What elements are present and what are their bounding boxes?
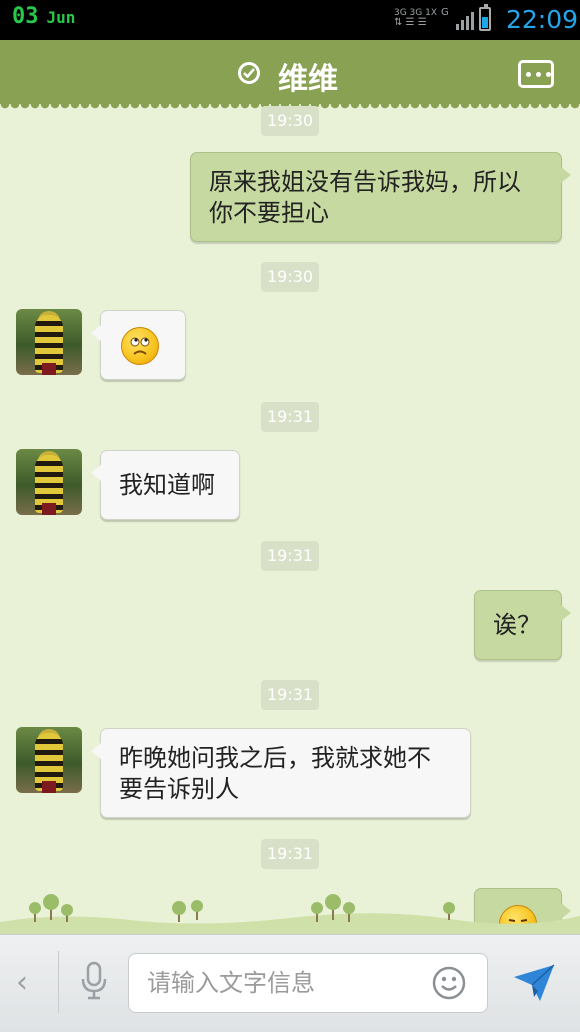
contact-name[interactable]: 维维 bbox=[278, 54, 338, 98]
network-g-label: G bbox=[441, 7, 449, 18]
rolling-eyes-emoji bbox=[121, 327, 159, 365]
timestamp: 19:30 bbox=[261, 262, 319, 292]
received-message[interactable]: 昨晚她问我之后，我就求她不要告诉别人 bbox=[91, 728, 471, 818]
smiley-icon[interactable] bbox=[432, 966, 466, 1004]
battery-icon bbox=[479, 4, 491, 31]
network-type-icon: 3G 3G 1X ⇅ ☰ ☰ bbox=[394, 8, 438, 28]
avatar[interactable] bbox=[16, 309, 82, 375]
message-text: 诶？ bbox=[493, 611, 541, 639]
timestamp: 19:31 bbox=[261, 680, 319, 710]
divider bbox=[58, 951, 59, 1013]
chat-header: 维维 bbox=[0, 40, 580, 110]
timestamp: 19:30 bbox=[261, 106, 319, 136]
received-message[interactable] bbox=[91, 310, 186, 380]
message-text: 我知道啊 bbox=[119, 471, 215, 499]
avatar[interactable] bbox=[16, 449, 82, 515]
ground-decoration bbox=[0, 886, 580, 936]
status-bar: 03 Jun 3G 3G 1X ⇅ ☰ ☰ G 22:09 bbox=[0, 0, 580, 40]
sent-message[interactable]: 原来我姐没有告诉我妈，所以你不要担心 bbox=[190, 152, 571, 242]
send-icon[interactable] bbox=[512, 963, 556, 1007]
check-circle-icon bbox=[238, 62, 260, 84]
status-date: 03 Jun bbox=[12, 4, 75, 29]
timestamp: 19:31 bbox=[261, 839, 319, 869]
received-message[interactable]: 我知道啊 bbox=[91, 450, 240, 520]
message-text: 原来我姐没有告诉我妈，所以你不要担心 bbox=[209, 168, 521, 227]
chat-area[interactable]: 19:30 原来我姐没有告诉我妈，所以你不要担心 19:30 19:31 我知道… bbox=[0, 104, 580, 934]
network-indicators: 3G 3G 1X ⇅ ☰ ☰ G bbox=[394, 8, 474, 30]
status-day: 03 bbox=[12, 4, 39, 29]
status-month: Jun bbox=[46, 8, 76, 27]
microphone-icon[interactable] bbox=[80, 961, 108, 1005]
more-dots-icon[interactable] bbox=[518, 60, 554, 88]
message-text: 昨晚她问我之后，我就求她不要告诉别人 bbox=[119, 744, 431, 803]
input-bar: ‹ 请输入文字信息 bbox=[0, 934, 580, 1032]
signal-icon bbox=[455, 8, 474, 30]
avatar[interactable] bbox=[16, 727, 82, 793]
chevron-left-icon[interactable]: ‹ bbox=[16, 965, 28, 1000]
sent-message[interactable]: 诶？ bbox=[474, 590, 571, 660]
timestamp: 19:31 bbox=[261, 541, 319, 571]
timestamp: 19:31 bbox=[261, 402, 319, 432]
status-time: 22:09 bbox=[506, 5, 579, 34]
